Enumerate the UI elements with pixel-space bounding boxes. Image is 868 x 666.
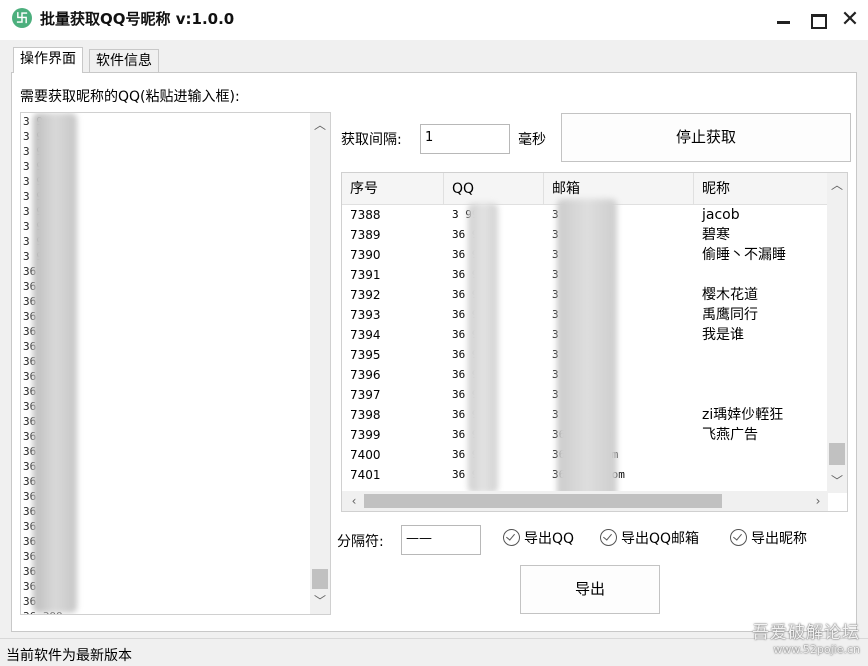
- qq-input-textarea[interactable]: 3 93 93 93 93 93 93 93 93 93 936 936 993…: [20, 112, 331, 615]
- title-bar: 卐 批量获取QQ号昵称 v:1.0.0 ✕: [0, 0, 868, 40]
- cell-seq: 7390: [350, 248, 381, 262]
- window-title: 批量获取QQ号昵称 v:1.0.0: [40, 10, 235, 28]
- cell-seq: 7399: [350, 428, 381, 442]
- separator-label: 分隔符:: [337, 534, 384, 550]
- stop-fetch-button[interactable]: 停止获取: [561, 113, 851, 162]
- minimize-icon[interactable]: [772, 8, 796, 32]
- cell-nick: [694, 265, 828, 285]
- cell-nick: [694, 345, 828, 365]
- cell-seq: 7389: [350, 228, 381, 242]
- status-bar: 当前软件为最新版本: [0, 638, 868, 666]
- cell-nick: [694, 385, 828, 405]
- qq-input-scrollbar[interactable]: ︿ ﹀: [310, 113, 330, 614]
- close-icon[interactable]: ✕: [838, 8, 862, 32]
- cell-nick: 禹鹰同行: [702, 307, 758, 323]
- status-text: 当前软件为最新版本: [6, 648, 132, 664]
- cell-seq: 7394: [350, 328, 381, 342]
- scroll-thumb[interactable]: [312, 569, 328, 589]
- cell-seq: 7397: [350, 388, 381, 402]
- scroll-right-icon[interactable]: ›: [808, 491, 828, 511]
- tab-software-info[interactable]: 软件信息: [89, 49, 159, 73]
- watermark-url: www.52pojie.cn: [773, 643, 860, 656]
- interval-unit: 毫秒: [518, 132, 546, 148]
- cell-seq: 7396: [350, 368, 381, 382]
- cell-seq: 7398: [350, 408, 381, 422]
- cell-nick: 偷睡丶不漏睡: [702, 247, 786, 263]
- cell-seq: 7392: [350, 288, 381, 302]
- column-header-qq[interactable]: QQ: [444, 173, 544, 205]
- cell-nick: [694, 465, 828, 485]
- export-qq-email-label: 导出QQ邮箱: [621, 531, 700, 547]
- check-circle-icon: [600, 529, 617, 546]
- watermark-title: 吾爱破解论坛: [752, 623, 860, 643]
- cell-seq: 7401: [350, 468, 381, 482]
- cell-seq: 7395: [350, 348, 381, 362]
- scroll-up-icon[interactable]: ︿: [827, 175, 847, 195]
- scroll-up-icon[interactable]: ︿: [310, 115, 330, 135]
- check-circle-icon: [730, 529, 747, 546]
- cell-seq: 7391: [350, 268, 381, 282]
- qq-input-label: 需要获取昵称的QQ(粘贴进输入框):: [20, 89, 240, 105]
- cell-nick: 飞燕广告: [702, 427, 758, 443]
- table-hscrollbar[interactable]: ‹ ›: [342, 491, 828, 511]
- cell-seq: 7388: [350, 208, 381, 222]
- scroll-left-icon[interactable]: ‹: [344, 491, 364, 511]
- cell-nick: 我是谁: [702, 327, 744, 343]
- table-vscrollbar[interactable]: ︿ ﹀: [827, 173, 847, 493]
- redaction-blur: [468, 203, 498, 493]
- separator-input[interactable]: ——: [401, 525, 481, 555]
- interval-label: 获取间隔:: [341, 132, 402, 148]
- cell-nick: [694, 445, 828, 465]
- maximize-icon[interactable]: [806, 8, 830, 32]
- results-table[interactable]: 序号 QQ 邮箱 昵称 73883 993 @qq.comjacob738936…: [341, 172, 848, 512]
- watermark: 吾爱破解论坛 www.52pojie.cn: [752, 618, 860, 656]
- cell-seq: 7393: [350, 308, 381, 322]
- check-circle-icon: [503, 529, 520, 546]
- redaction-blur: [557, 199, 617, 499]
- redaction-blur: [33, 113, 77, 613]
- scroll-thumb[interactable]: [364, 494, 722, 508]
- cell-nick: 碧寒: [702, 227, 730, 243]
- cell-nick: 樱木花道: [702, 287, 758, 303]
- tab-operations[interactable]: 操作界面: [13, 47, 83, 73]
- export-qq-checkbox[interactable]: 导出QQ: [503, 528, 574, 550]
- cell-seq: 7400: [350, 448, 381, 462]
- scroll-down-icon[interactable]: ﹀: [310, 591, 330, 611]
- cell-nick: [694, 365, 828, 385]
- cell-nick: jacob: [702, 207, 740, 223]
- interval-input[interactable]: 1: [420, 124, 510, 154]
- app-icon: 卐: [12, 8, 32, 28]
- scroll-down-icon[interactable]: ﹀: [827, 471, 847, 491]
- cell-nick: zi瑀婞仯輊狂: [702, 407, 784, 423]
- export-button[interactable]: 导出: [520, 565, 660, 614]
- scroll-thumb[interactable]: [829, 443, 845, 465]
- export-qq-email-checkbox[interactable]: 导出QQ邮箱: [600, 528, 699, 550]
- column-header-seq[interactable]: 序号: [342, 173, 444, 205]
- export-qq-label: 导出QQ: [524, 531, 575, 547]
- export-nickname-label: 导出昵称: [751, 531, 807, 547]
- export-nickname-checkbox[interactable]: 导出昵称: [730, 528, 807, 550]
- column-header-nickname[interactable]: 昵称: [694, 173, 828, 205]
